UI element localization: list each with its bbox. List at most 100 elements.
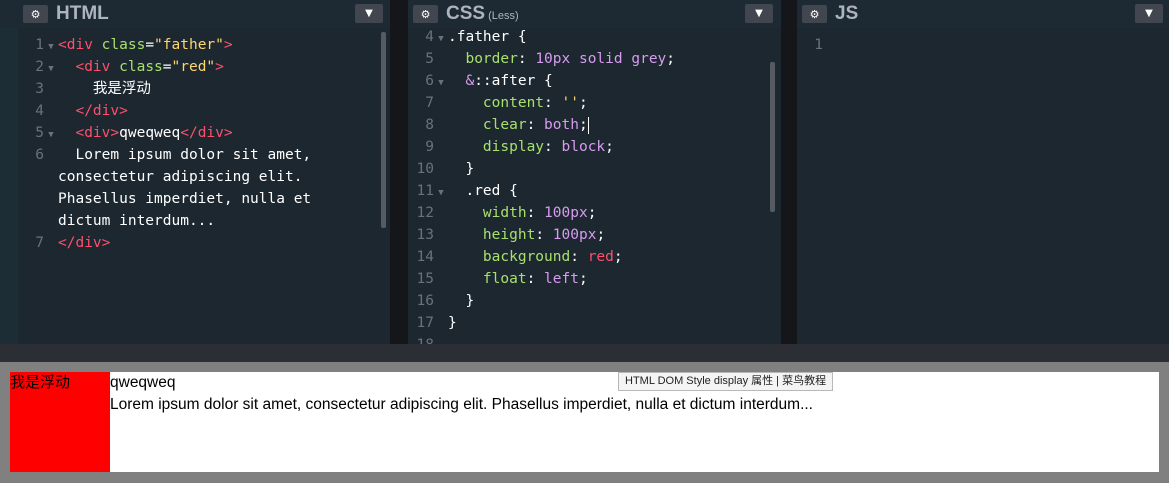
chevron-down-icon[interactable]: ▼	[1135, 4, 1163, 23]
line-number: 4	[425, 29, 434, 45]
code-token: :	[526, 271, 545, 287]
code-line: 9 display: block;	[408, 136, 675, 158]
code-token: "father"	[154, 37, 224, 53]
html-code-editor[interactable]: 1 ▼ <div class="father"> 2 ▼ <div class="red…	[18, 28, 390, 344]
line-number: 11	[416, 183, 434, 199]
code-token: &	[465, 73, 475, 89]
fold-arrow-icon[interactable]: ▼	[44, 58, 58, 80]
css-code-editor[interactable]: 4 ▼ .father {5 border: 10px solid grey; 6 ▼ …	[408, 28, 781, 344]
fold-arrow-icon[interactable]: ▼	[434, 182, 448, 204]
line-number: 2	[35, 59, 44, 75]
line-number: 15	[416, 271, 434, 287]
code-line: 1	[797, 34, 837, 56]
line-number: 5	[35, 125, 44, 141]
gear-icon[interactable]: ⚙	[413, 5, 438, 23]
code-line: 4 </div>	[18, 100, 311, 122]
code-token: .red {	[448, 183, 518, 199]
code-line: 4 ▼ .father {	[408, 28, 675, 48]
code-token: =	[145, 37, 155, 53]
code-token: display	[482, 139, 545, 155]
code-token: ;	[613, 249, 623, 265]
chevron-down-icon[interactable]: ▼	[355, 4, 383, 23]
fold-arrow-icon[interactable]: ▼	[44, 36, 58, 58]
css-panel-header: ⚙ CSS (Less) ▼	[408, 0, 781, 28]
code-line: 6 ▼ &::after {	[408, 70, 675, 92]
code-line: consectetur adipiscing elit.	[18, 166, 311, 188]
code-line: 15 float: left;	[408, 268, 675, 290]
code-token: class	[101, 37, 146, 53]
code-token: Lorem ipsum dolor sit amet,	[58, 147, 312, 163]
code-token: Phasellus imperdiet, nulla et	[58, 191, 312, 207]
code-token: 100px	[552, 227, 597, 243]
line-number: 16	[416, 293, 434, 309]
code-token: }	[448, 315, 457, 331]
code-token: "red"	[171, 59, 216, 75]
code-token: </div>	[180, 125, 233, 141]
fold-arrow-icon[interactable]: ▼	[434, 28, 448, 50]
code-line: Phasellus imperdiet, nulla et	[18, 188, 311, 210]
preview-line-2: Lorem ipsum dolor sit amet, consectetur …	[110, 396, 813, 413]
code-token: consectetur adipiscing elit.	[58, 169, 303, 185]
line-number: 14	[416, 249, 434, 265]
code-token: ::after {	[474, 73, 553, 89]
fold-arrow-icon[interactable]: ▼	[434, 72, 448, 94]
code-token: ;	[587, 205, 597, 221]
js-code-editor[interactable]: 1	[797, 28, 1169, 344]
code-line: 1 ▼ <div class="father">	[18, 34, 311, 56]
gear-icon[interactable]: ⚙	[802, 5, 827, 23]
html-panel: ⚙ HTML ▼ 1 ▼ <div class="father"> 2 ▼ <div c…	[0, 0, 390, 344]
code-token: dictum interdum...	[58, 213, 216, 229]
code-token: float	[482, 271, 527, 287]
js-panel-title: JS	[835, 3, 859, 24]
code-token: </div>	[75, 103, 128, 119]
code-line: 6 Lorem ipsum dolor sit amet,	[18, 144, 311, 166]
code-token: width	[482, 205, 527, 221]
code-token: 我是浮动	[58, 81, 151, 97]
code-token: ;	[605, 139, 614, 155]
fold-arrow-icon[interactable]: ▼	[44, 124, 58, 146]
js-panel: ⚙ JS ▼ 1	[797, 0, 1169, 344]
code-line: 5 ▼ <div>qweqweq</div>	[18, 122, 311, 144]
code-line: 16 }	[408, 290, 675, 312]
html-scrollbar[interactable]	[381, 32, 386, 228]
code-token: both	[544, 117, 579, 133]
css-scrollbar[interactable]	[770, 62, 775, 212]
code-line: 18	[408, 334, 675, 344]
code-token: <div	[75, 59, 120, 75]
code-token: :	[544, 95, 562, 111]
red-box-text: 我是浮动	[10, 374, 71, 391]
editor-area: ⚙ HTML ▼ 1 ▼ <div class="father"> 2 ▼ <div c…	[0, 0, 1169, 344]
chevron-down-icon[interactable]: ▼	[745, 4, 773, 23]
code-token: qweqweq	[119, 125, 181, 141]
html-code-lines: 1 ▼ <div class="father"> 2 ▼ <div class="red…	[18, 34, 311, 254]
code-token: </div>	[58, 235, 111, 251]
father-box: 我是浮动 qweqweq Lorem ipsum dolor sit amet,…	[0, 362, 1169, 482]
code-token: ;	[596, 227, 606, 243]
code-token: border	[465, 51, 518, 67]
code-line: 5 border: 10px solid grey;	[408, 48, 675, 70]
code-line: 7 content: '';	[408, 92, 675, 114]
code-token: clear	[482, 117, 527, 133]
resize-divider[interactable]	[0, 344, 1169, 362]
line-number: 6	[425, 73, 434, 89]
code-token: left	[544, 271, 579, 287]
code-token: ''	[561, 95, 579, 111]
line-number: 1	[35, 37, 44, 53]
gear-icon[interactable]: ⚙	[23, 5, 48, 23]
result-preview: 我是浮动 qweqweq Lorem ipsum dolor sit amet,…	[0, 362, 1169, 483]
line-number: 6	[35, 147, 44, 163]
css-panel-title: CSS (Less)	[446, 3, 519, 24]
code-token: ;	[578, 95, 588, 111]
code-token: :	[517, 51, 536, 67]
code-token: height	[482, 227, 536, 243]
code-token: ;	[578, 117, 588, 133]
line-number: 10	[416, 161, 434, 177]
code-line: 17}	[408, 312, 675, 334]
line-number: 4	[35, 103, 44, 119]
